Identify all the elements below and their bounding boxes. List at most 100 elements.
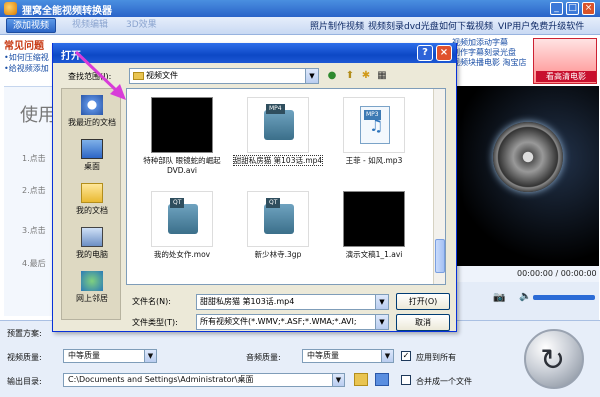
promo-banner-text: 看高清电影 bbox=[536, 71, 596, 82]
network-icon bbox=[81, 271, 103, 291]
video-file-icon bbox=[168, 204, 198, 234]
audio-file-icon: MP3 ♫ bbox=[360, 106, 390, 144]
recent-docs-icon bbox=[81, 95, 103, 115]
player-controls: 📷 🔈 bbox=[453, 282, 599, 320]
output-dir-field[interactable]: C:\Documents and Settings\Administrator\… bbox=[63, 373, 345, 387]
volume-slider[interactable] bbox=[533, 295, 595, 300]
place-network[interactable]: 网上邻居 bbox=[62, 271, 122, 304]
camera-icon[interactable]: 📷 bbox=[493, 292, 505, 303]
up-folder-icon[interactable]: ⬆ bbox=[343, 69, 357, 83]
view-menu-icon[interactable]: ▦ bbox=[375, 69, 389, 83]
place-desktop[interactable]: 桌面 bbox=[62, 139, 122, 172]
preset-label: 预置方案: bbox=[7, 329, 42, 338]
video-preview bbox=[453, 86, 599, 266]
usage-step: 1.点击 bbox=[22, 154, 46, 163]
file-item[interactable]: 演示文稿1_1.avi bbox=[327, 191, 421, 260]
usage-title: 使用 bbox=[20, 105, 56, 126]
usage-step: 4.最后 bbox=[22, 259, 46, 268]
chevron-down-icon: ▼ bbox=[375, 295, 388, 309]
convert-button[interactable]: ↻ bbox=[524, 329, 584, 389]
my-documents-icon bbox=[81, 183, 103, 203]
video-quality-value: 中等质量 bbox=[68, 351, 100, 360]
place-recent[interactable]: 我最近的文档 bbox=[62, 95, 122, 128]
app-toolbar: 添加视频 视频编辑 3D效果 照片制作视频 视频刻录dvd光盘 如何下载视频 V… bbox=[0, 17, 600, 35]
open-folder-icon[interactable] bbox=[375, 373, 389, 386]
usage-step: 3.点击 bbox=[22, 226, 46, 235]
app-title: 狸窝全能视频转换器 bbox=[22, 6, 112, 17]
file-name: 我的处女作.mov bbox=[153, 250, 211, 259]
merge-checkbox[interactable] bbox=[401, 375, 411, 385]
file-list-scrollbar[interactable] bbox=[433, 89, 445, 284]
file-item[interactable]: 特种部队 眼镜蛇的崛起DVD.avi bbox=[135, 97, 229, 176]
chevron-down-icon: ▼ bbox=[381, 350, 393, 362]
mp4-file-icon: MP4 bbox=[247, 97, 309, 153]
filename-input[interactable]: 甜甜私房猫 第103话.mp4 ▼ bbox=[196, 294, 389, 310]
speaker-icon[interactable]: 🔈 bbox=[519, 291, 531, 302]
chevron-down-icon: ▼ bbox=[305, 69, 318, 83]
chevron-down-icon: ▼ bbox=[375, 315, 388, 329]
film-reel-icon bbox=[493, 122, 563, 192]
merge-label: 合并成一个文件 bbox=[416, 377, 472, 386]
promo-links: 视频加添动字幕 制作字幕刻录光盘 视频块播电影 淘宝店 bbox=[452, 38, 530, 82]
promo-link[interactable]: 视频加添动字幕 bbox=[452, 38, 530, 48]
add-video-button[interactable]: 添加视频 bbox=[6, 18, 57, 33]
lookin-combo[interactable]: 视频文件 ▼ bbox=[129, 68, 319, 84]
place-label: 网上邻居 bbox=[76, 294, 108, 303]
vip-upgrade-link[interactable]: VIP用户免费升级软件 bbox=[498, 19, 584, 32]
place-label: 我的电脑 bbox=[76, 250, 108, 259]
new-folder-icon[interactable]: ✱ bbox=[359, 69, 373, 83]
edit-video-button[interactable]: 视频编辑 bbox=[66, 18, 114, 33]
places-bar: 我最近的文档 桌面 我的文档 我的电脑 网上邻居 bbox=[61, 88, 121, 320]
apply-all-checkbox[interactable]: ✓ bbox=[401, 351, 411, 361]
place-my-documents[interactable]: 我的文档 bbox=[62, 183, 122, 216]
minimize-button[interactable]: _ bbox=[550, 2, 563, 15]
promo-link[interactable]: 视频块播电影 淘宝店 bbox=[452, 58, 530, 68]
file-item[interactable]: QT 新少林寺.3gp bbox=[231, 191, 325, 260]
convert-arrow-icon: ↻ bbox=[540, 343, 566, 378]
output-dir-value: C:\Documents and Settings\Administrator\… bbox=[68, 375, 254, 384]
promo-banner[interactable]: 看高清电影 bbox=[533, 38, 597, 84]
desktop-icon bbox=[81, 139, 103, 159]
dialog-title: 打开 bbox=[61, 51, 81, 62]
photo-video-link[interactable]: 照片制作视频 bbox=[310, 19, 364, 32]
dvd-burn-link[interactable]: 视频刻录dvd光盘 bbox=[368, 19, 439, 32]
file-item[interactable]: QT 我的处女作.mov bbox=[135, 191, 229, 260]
file-name: 新少林寺.3gp bbox=[254, 250, 302, 259]
place-label: 桌面 bbox=[84, 162, 100, 171]
file-item-selected[interactable]: MP4 甜甜私房猫 第103话.mp4 bbox=[231, 97, 325, 166]
file-name: 王菲 - 如风.mp3 bbox=[345, 156, 403, 165]
app-titlebar: 狸窝全能视频转换器 _ □ × bbox=[0, 0, 600, 17]
scroll-thumb[interactable] bbox=[435, 239, 445, 273]
chevron-down-icon: ▼ bbox=[332, 374, 344, 386]
file-name: 甜甜私房猫 第103话.mp4 bbox=[232, 155, 324, 166]
video-quality-select[interactable]: 中等质量 ▼ bbox=[63, 349, 157, 363]
audio-quality-label: 音频质量: bbox=[246, 353, 281, 362]
maximize-button[interactable]: □ bbox=[566, 2, 579, 15]
filename-value: 甜甜私房猫 第103话.mp4 bbox=[200, 297, 295, 306]
back-icon[interactable]: ● bbox=[325, 69, 339, 83]
browse-folder-icon[interactable] bbox=[354, 373, 368, 386]
video-thumbnail bbox=[343, 191, 405, 247]
cancel-button[interactable]: 取消 bbox=[396, 314, 450, 331]
place-label: 我的文档 bbox=[76, 206, 108, 215]
dialog-titlebar: 打开 ? × bbox=[53, 43, 456, 63]
file-list: 特种部队 眼镜蛇的崛起DVD.avi MP4 甜甜私房猫 第103话.mp4 M… bbox=[126, 88, 446, 285]
audio-quality-select[interactable]: 中等质量 ▼ bbox=[302, 349, 394, 363]
app-close-button[interactable]: × bbox=[582, 2, 595, 15]
video-file-icon bbox=[264, 204, 294, 234]
file-type-tag: QT bbox=[266, 198, 281, 208]
filetype-select[interactable]: 所有视频文件(*.WMV;*.ASF;*.WMA;*.AVI; ▼ bbox=[196, 314, 389, 330]
open-button[interactable]: 打开(O) bbox=[396, 293, 450, 310]
dialog-close-button[interactable]: × bbox=[436, 45, 452, 61]
apply-all-label: 应用到所有 bbox=[416, 353, 456, 362]
usage-step: 2.点击 bbox=[22, 186, 46, 195]
3d-effect-button[interactable]: 3D效果 bbox=[120, 18, 163, 33]
place-my-computer[interactable]: 我的电脑 bbox=[62, 227, 122, 260]
filetype-value: 所有视频文件(*.WMV;*.ASF;*.WMA;*.AVI; bbox=[200, 317, 357, 326]
file-name: 演示文稿1_1.avi bbox=[345, 250, 403, 259]
file-item[interactable]: MP3 ♫ 王菲 - 如风.mp3 bbox=[327, 97, 421, 166]
download-video-link[interactable]: 如何下载视频 bbox=[439, 19, 493, 32]
video-file-icon bbox=[264, 110, 294, 140]
help-button[interactable]: ? bbox=[417, 45, 433, 61]
promo-link[interactable]: 制作字幕刻录光盘 bbox=[452, 48, 530, 58]
